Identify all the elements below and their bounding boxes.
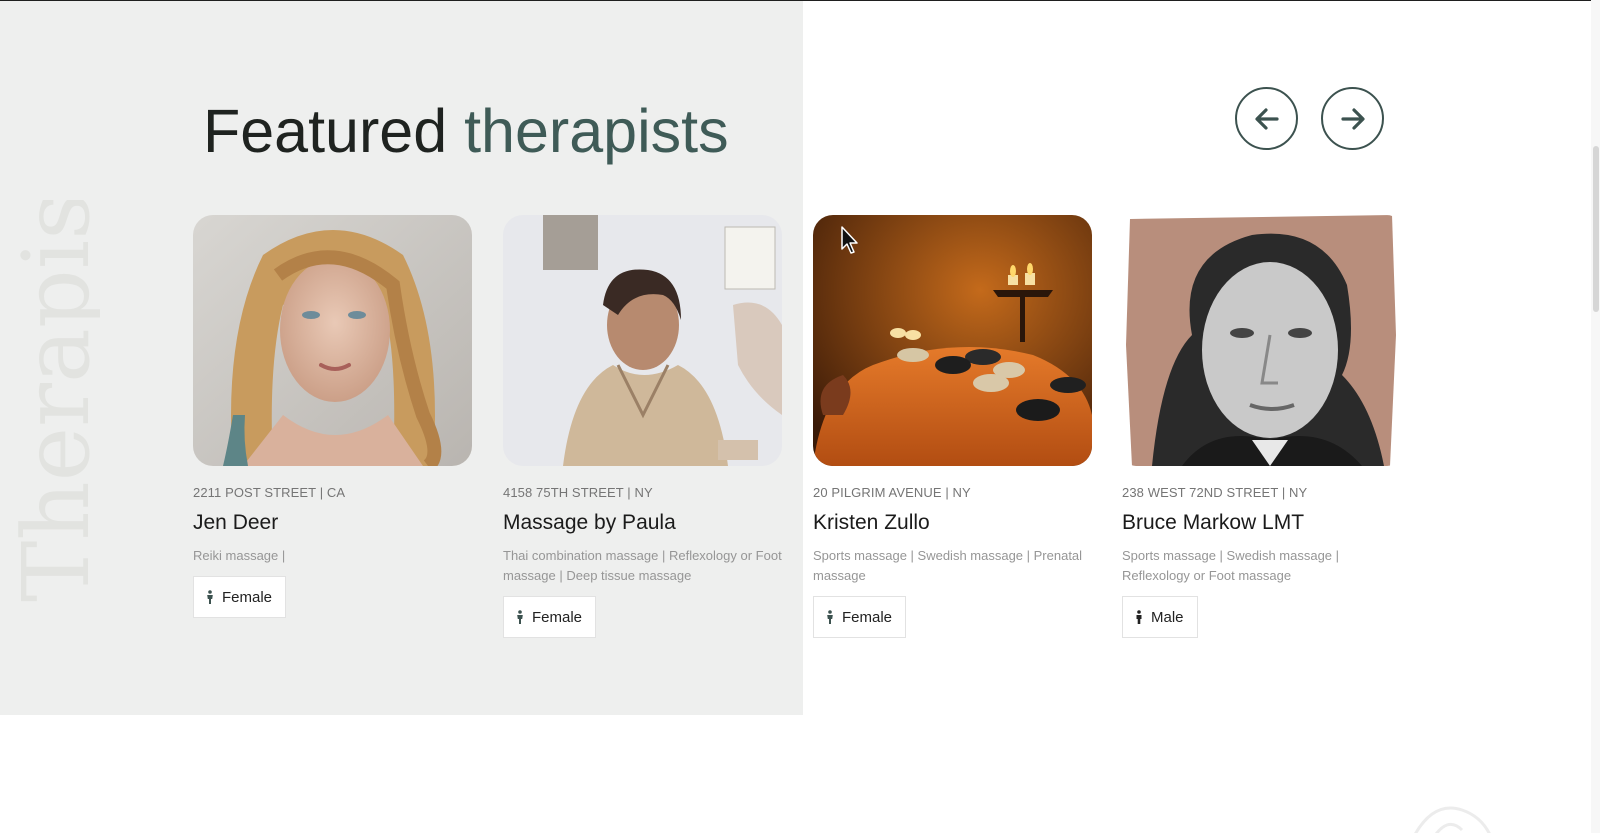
carousel-next-button[interactable] <box>1321 87 1384 150</box>
gender-label: Female <box>532 608 583 626</box>
therapist-name[interactable]: Massage by Paula <box>503 511 676 535</box>
arrow-right-icon <box>1340 107 1365 130</box>
mouse-cursor-icon <box>841 226 858 254</box>
gender-label: Male <box>1151 608 1184 626</box>
woman-blonde-portrait <box>193 215 472 466</box>
therapist-card[interactable]: 2211 POST STREET | CA Jen Deer Reiki mas… <box>193 215 473 618</box>
gender-label: Female <box>842 608 893 626</box>
therapist-photo[interactable] <box>503 215 782 466</box>
therapist-address: 238 WEST 72ND STREET | NY <box>1122 485 1308 500</box>
therapist-name[interactable]: Kristen Zullo <box>813 511 930 535</box>
page: Therapists Featured therapists 2211 POST… <box>0 0 1600 833</box>
section-heading: Featured therapists <box>203 96 729 166</box>
gender-badge: Female <box>193 576 287 618</box>
person-icon <box>207 590 213 604</box>
carousel-prev-button[interactable] <box>1235 87 1298 150</box>
heading-accent: therapists <box>464 97 729 165</box>
therapist-address: 2211 POST STREET | CA <box>193 485 346 500</box>
decorative-leaf-icon <box>1414 806 1491 833</box>
scrollbar-thumb[interactable] <box>1593 146 1599 312</box>
therapist-services: Reiki massage | <box>193 548 286 563</box>
therapist-name[interactable]: Bruce Markow LMT <box>1122 511 1304 535</box>
heading-plain: Featured <box>203 97 465 165</box>
therapist-card[interactable]: 4158 75TH STREET | NY Massage by Paula T… <box>503 215 783 638</box>
page-scrollbar[interactable] <box>1591 0 1600 833</box>
background-watermark: Therapists <box>0 200 100 610</box>
therapist-photo[interactable] <box>1122 215 1401 466</box>
person-icon <box>517 610 523 624</box>
therapist-card[interactable]: 238 WEST 72ND STREET | NY Bruce Markow L… <box>1122 215 1402 638</box>
arrow-left-icon <box>1254 107 1279 130</box>
therapist-services: Thai combination massage | Reflexology o… <box>503 548 782 583</box>
therapist-address: 20 PILGRIM AVENUE | NY <box>813 485 971 500</box>
gender-badge: Female <box>813 596 907 638</box>
woman-seated-portrait <box>503 215 782 466</box>
therapist-services: Sports massage | Swedish massage | Refle… <box>1122 548 1340 583</box>
therapist-address: 4158 75TH STREET | NY <box>503 485 653 500</box>
gender-badge: Female <box>503 596 597 638</box>
person-icon <box>1136 610 1142 624</box>
background-word: Therapists <box>3 200 100 602</box>
man-bw-portrait <box>1122 215 1401 466</box>
person-icon <box>827 610 833 624</box>
therapist-name[interactable]: Jen Deer <box>193 511 278 535</box>
therapist-services: Sports massage | Swedish massage | Prena… <box>813 548 1083 583</box>
therapist-photo[interactable] <box>193 215 472 466</box>
gender-label: Female <box>222 588 273 606</box>
gender-badge: Male <box>1122 596 1198 638</box>
